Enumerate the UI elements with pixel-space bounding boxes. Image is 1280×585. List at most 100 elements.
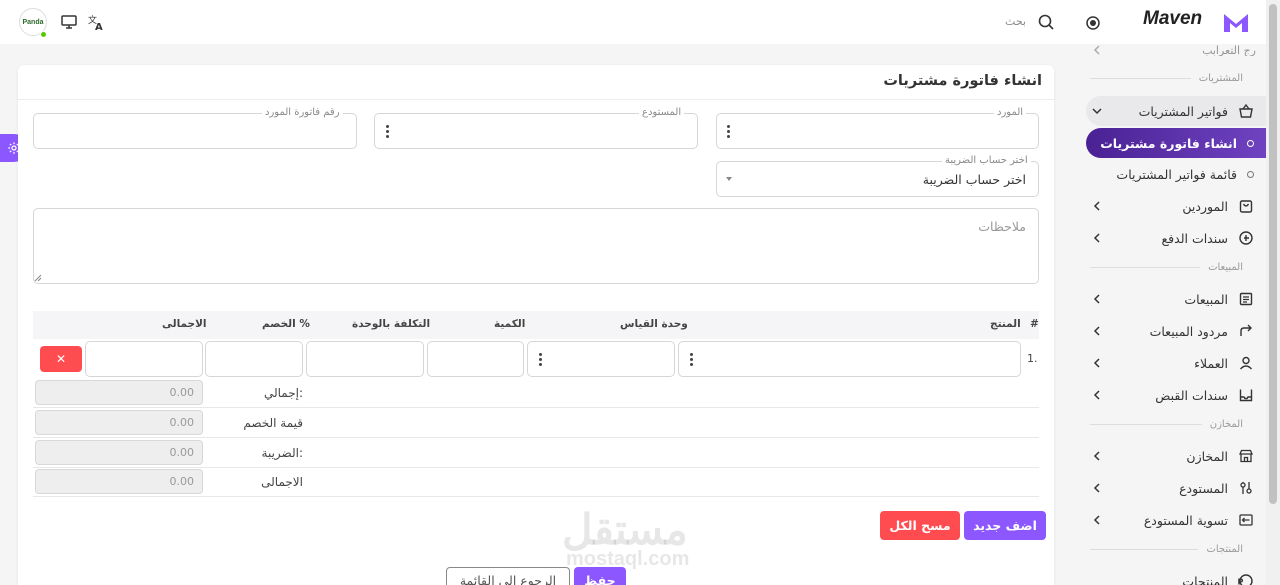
- chevron-left-icon: [1090, 45, 1104, 55]
- col-unit: وحدة القياس: [620, 318, 688, 330]
- discount-amount-label: قيمة الخصم: [243, 416, 303, 430]
- discount-input[interactable]: [205, 341, 303, 377]
- sidebar-item-sales-returns[interactable]: مردود المبيعات: [1086, 316, 1266, 346]
- monitor-icon[interactable]: [59, 12, 79, 32]
- basket-icon: [1236, 101, 1256, 121]
- user-icon: [1236, 353, 1256, 373]
- delete-row-button[interactable]: ✕: [40, 346, 82, 372]
- watermark-arabic: مستقل: [562, 506, 688, 553]
- circle-icon: [1247, 170, 1254, 178]
- warehouse-label: المستودع: [639, 107, 685, 118]
- inbox-icon: [1236, 385, 1256, 405]
- back-to-list-button[interactable]: الرجوع الى القائمة: [446, 567, 570, 585]
- svg-text:A: A: [95, 22, 103, 31]
- chevron-left-icon: [1090, 233, 1104, 243]
- discount-amount-value: 0.00: [35, 410, 203, 435]
- kebab-menu-icon[interactable]: [537, 353, 543, 366]
- kebab-menu-icon[interactable]: [725, 125, 731, 138]
- grand-total-label: الاجمالى: [261, 475, 303, 489]
- scrollbar-thumb[interactable]: [1269, 4, 1277, 504]
- tax-account-value: اختر حساب الضريبة: [922, 172, 1026, 187]
- supplier-select[interactable]: [716, 113, 1039, 149]
- chevron-left-icon: [1090, 201, 1104, 211]
- chevron-left-icon: [1090, 390, 1104, 400]
- theme-toggle-icon[interactable]: [1084, 14, 1102, 32]
- circle-icon: [1247, 139, 1254, 147]
- shopping-bag-icon: [1236, 196, 1256, 216]
- sidebar-item-products[interactable]: P المنتجات: [1086, 566, 1266, 585]
- supplier-label: المورد: [994, 107, 1027, 118]
- notes-textarea[interactable]: [33, 208, 1039, 284]
- quantity-input[interactable]: [427, 341, 524, 377]
- sidebar-item-stores[interactable]: المخازن: [1086, 441, 1266, 471]
- sidebar-item-partial[interactable]: رج التعرابب: [1086, 44, 1266, 56]
- sidebar-item-payment-vouchers[interactable]: سندات الدفع: [1086, 223, 1266, 253]
- section-stores: المخازن: [1090, 417, 1243, 431]
- return-arrow-icon: [1236, 321, 1256, 341]
- sidebar-item-create-invoice[interactable]: انشاء فاتورة مشتريات: [1086, 128, 1266, 158]
- receipt-icon: [1236, 289, 1256, 309]
- tax-account-label: اختر حساب الضريبة: [942, 155, 1031, 166]
- sidebar-item-receipt-vouchers[interactable]: سندات القبض: [1086, 380, 1266, 410]
- sidebar-item-warehouse[interactable]: المستودع: [1086, 473, 1266, 503]
- col-num: #: [1030, 318, 1039, 330]
- unit-cost-input[interactable]: [306, 341, 424, 377]
- subtotal-label: إجمالي:: [263, 386, 303, 400]
- supplier-invoice-number-label: رقم فاتورة المورد: [262, 107, 343, 118]
- sidebar-item-customers[interactable]: العملاء: [1086, 348, 1266, 378]
- sidebar-item-purchase-invoices[interactable]: فواتير المشتريات: [1086, 96, 1266, 126]
- col-qty: الكمية: [494, 318, 526, 330]
- col-unit-cost: التكلفة بالوحدة: [352, 318, 431, 330]
- supplier-invoice-number-input[interactable]: [33, 113, 357, 149]
- col-total: الاجمالى: [162, 318, 207, 330]
- transfer-icon: [1236, 510, 1256, 530]
- sidebar-item-sales[interactable]: المبيعات: [1086, 284, 1266, 314]
- search-icon[interactable]: [1036, 12, 1056, 32]
- section-purchases: المشتريات: [1090, 71, 1243, 85]
- row-total-input[interactable]: [85, 341, 203, 377]
- section-sales: المبيعات: [1090, 260, 1243, 274]
- sidebar-item-warehouse-adjustment[interactable]: تسوية المستودع: [1086, 505, 1266, 535]
- divider: [18, 99, 1054, 100]
- row-number: 1.: [1027, 352, 1038, 365]
- search-label[interactable]: بحث: [990, 15, 1026, 28]
- section-products: المنتجات: [1090, 542, 1243, 556]
- kebab-menu-icon[interactable]: [688, 353, 694, 366]
- svg-text:P: P: [1238, 578, 1243, 585]
- translate-icon[interactable]: 文A: [86, 12, 106, 32]
- grand-total-value: 0.00: [35, 469, 203, 494]
- subtotal-value: 0.00: [35, 380, 203, 405]
- page-title: انشاء فاتورة مشتريات: [883, 73, 1042, 89]
- storefront-icon: [1236, 446, 1256, 466]
- tax-amount-label: الضريبة:: [261, 446, 303, 460]
- product-icon: P: [1236, 571, 1256, 585]
- coin-icon: [1236, 228, 1256, 248]
- chevron-left-icon: [1090, 294, 1104, 304]
- warehouse-select[interactable]: [374, 113, 698, 149]
- save-button[interactable]: حفظ: [574, 567, 626, 585]
- col-product: المنتج: [990, 318, 1021, 330]
- online-status-dot: [40, 31, 47, 38]
- chevron-left-icon: [1090, 483, 1104, 493]
- product-select[interactable]: [678, 341, 1021, 377]
- chevron-down-icon: [1090, 107, 1104, 115]
- notes-placeholder: ملاحظات: [978, 219, 1026, 234]
- sidebar-item-invoice-list[interactable]: قائمة فواتير المشتريات: [1086, 159, 1266, 189]
- chevron-left-icon: [1090, 515, 1104, 525]
- resize-handle-icon[interactable]: [34, 274, 42, 282]
- chevron-left-icon: [1090, 326, 1104, 336]
- sidebar-item-suppliers[interactable]: الموردين: [1086, 191, 1266, 221]
- kebab-menu-icon[interactable]: [384, 125, 390, 138]
- maven-logo-icon: [1224, 14, 1248, 32]
- chevron-left-icon: [1090, 358, 1104, 368]
- top-bar: [0, 0, 1266, 44]
- clear-all-button[interactable]: مسح الكل: [880, 511, 960, 540]
- sliders-icon: [1236, 478, 1256, 498]
- tax-amount-value: 0.00: [35, 440, 203, 465]
- add-new-button[interactable]: اضف جديد: [964, 511, 1046, 540]
- col-discount: الخصم %: [262, 318, 310, 330]
- chevron-left-icon: [1090, 451, 1104, 461]
- brand-name: Maven: [1143, 8, 1203, 29]
- unit-select[interactable]: [527, 341, 675, 377]
- caret-down-icon: [726, 177, 732, 181]
